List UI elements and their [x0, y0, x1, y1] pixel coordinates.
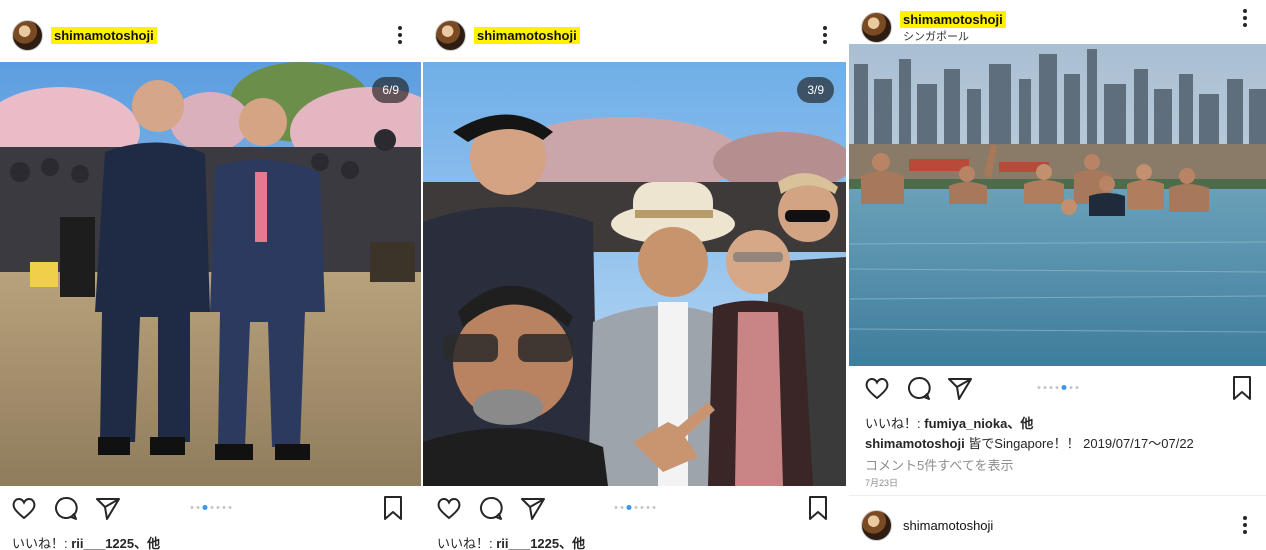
more-options-icon[interactable] [1242, 9, 1248, 27]
likes-prefix: いいね！: [865, 416, 925, 431]
likes-prefix: いいね！: [12, 536, 72, 550]
more-options-icon[interactable] [822, 26, 828, 44]
comment-icon[interactable] [477, 494, 505, 522]
post-header: shimamotoshoji [423, 4, 846, 66]
post-header: shimamotoshoji シンガポール [849, 0, 1266, 48]
post-panel-1: shimamotoshoji 6/9 いいね！: rii___1225、他 [0, 0, 421, 550]
comment-icon[interactable] [905, 374, 933, 402]
photo-infinity-pool [849, 44, 1266, 366]
post-photo[interactable]: 3/9 [423, 62, 846, 486]
post-header: shimamotoshoji [0, 4, 421, 66]
avatar[interactable] [861, 11, 892, 43]
view-all-comments-link[interactable]: コメント5件すべてを表示 [865, 455, 1014, 474]
avatar[interactable] [861, 509, 892, 541]
likes-line: いいね！: fumiya_nioka、他 [865, 413, 1033, 432]
next-post-header: shimamotoshoji [849, 495, 1266, 550]
heart-icon[interactable] [435, 494, 463, 522]
likes-line: いいね！: rii___1225、他 [12, 533, 160, 550]
likes-line: いいね！: rii___1225、他 [437, 533, 585, 550]
avatar[interactable] [12, 19, 43, 51]
carousel-indicator [614, 505, 655, 510]
caption-text: 皆でSingapore！！ 2019/07/17〜07/22 [964, 436, 1194, 451]
username-link[interactable]: shimamotoshoji [474, 26, 580, 44]
photo-garden-handshake [0, 62, 421, 486]
carousel-indicator [190, 505, 231, 510]
heart-icon[interactable] [863, 374, 891, 402]
post-photo[interactable] [849, 44, 1266, 366]
more-options-icon[interactable] [1242, 516, 1248, 534]
post-photo[interactable]: 6/9 [0, 62, 421, 486]
username-link[interactable]: shimamotoshoji [51, 26, 157, 44]
action-bar [849, 366, 1266, 410]
post-panel-2: shimamotoshoji 3/9 いいね！: rii___1225、他 [423, 0, 846, 550]
heart-icon[interactable] [10, 494, 38, 522]
bookmark-icon[interactable] [804, 494, 832, 522]
carousel-indicator [1037, 385, 1078, 390]
caption: shimamotoshoji 皆でSingapore！！ 2019/07/17〜… [865, 433, 1194, 452]
likes-suffix[interactable]: 、他 [134, 536, 160, 550]
action-bar [0, 486, 421, 530]
photo-group-selfie [423, 62, 846, 486]
likes-prefix: いいね！: [437, 536, 497, 550]
username-link[interactable]: shimamotoshoji [900, 10, 1006, 28]
carousel-counter: 6/9 [372, 77, 409, 103]
post-date: 7月23日 [865, 478, 899, 488]
location-link[interactable]: シンガポール [903, 28, 1006, 44]
header-text: shimamotoshoji シンガポール [892, 10, 1006, 44]
carousel-counter: 3/9 [797, 77, 834, 103]
username-link[interactable]: shimamotoshoji [903, 518, 993, 533]
likes-suffix[interactable]: 、他 [559, 536, 585, 550]
share-icon[interactable] [946, 374, 974, 402]
more-options-icon[interactable] [397, 26, 403, 44]
share-icon[interactable] [94, 494, 122, 522]
likes-suffix[interactable]: 、他 [1007, 416, 1033, 431]
bookmark-icon[interactable] [1228, 374, 1256, 402]
caption-user-link[interactable]: shimamotoshoji [865, 436, 965, 451]
action-bar [423, 486, 846, 530]
avatar[interactable] [435, 19, 466, 51]
comment-icon[interactable] [52, 494, 80, 522]
likes-user-link[interactable]: fumiya_nioka [924, 416, 1007, 431]
likes-user-link[interactable]: rii___1225 [71, 536, 134, 550]
likes-user-link[interactable]: rii___1225 [496, 536, 559, 550]
post-panel-3: shimamotoshoji シンガポール いいね！: fumiya_nioka… [849, 0, 1266, 550]
share-icon[interactable] [519, 494, 547, 522]
bookmark-icon[interactable] [379, 494, 407, 522]
